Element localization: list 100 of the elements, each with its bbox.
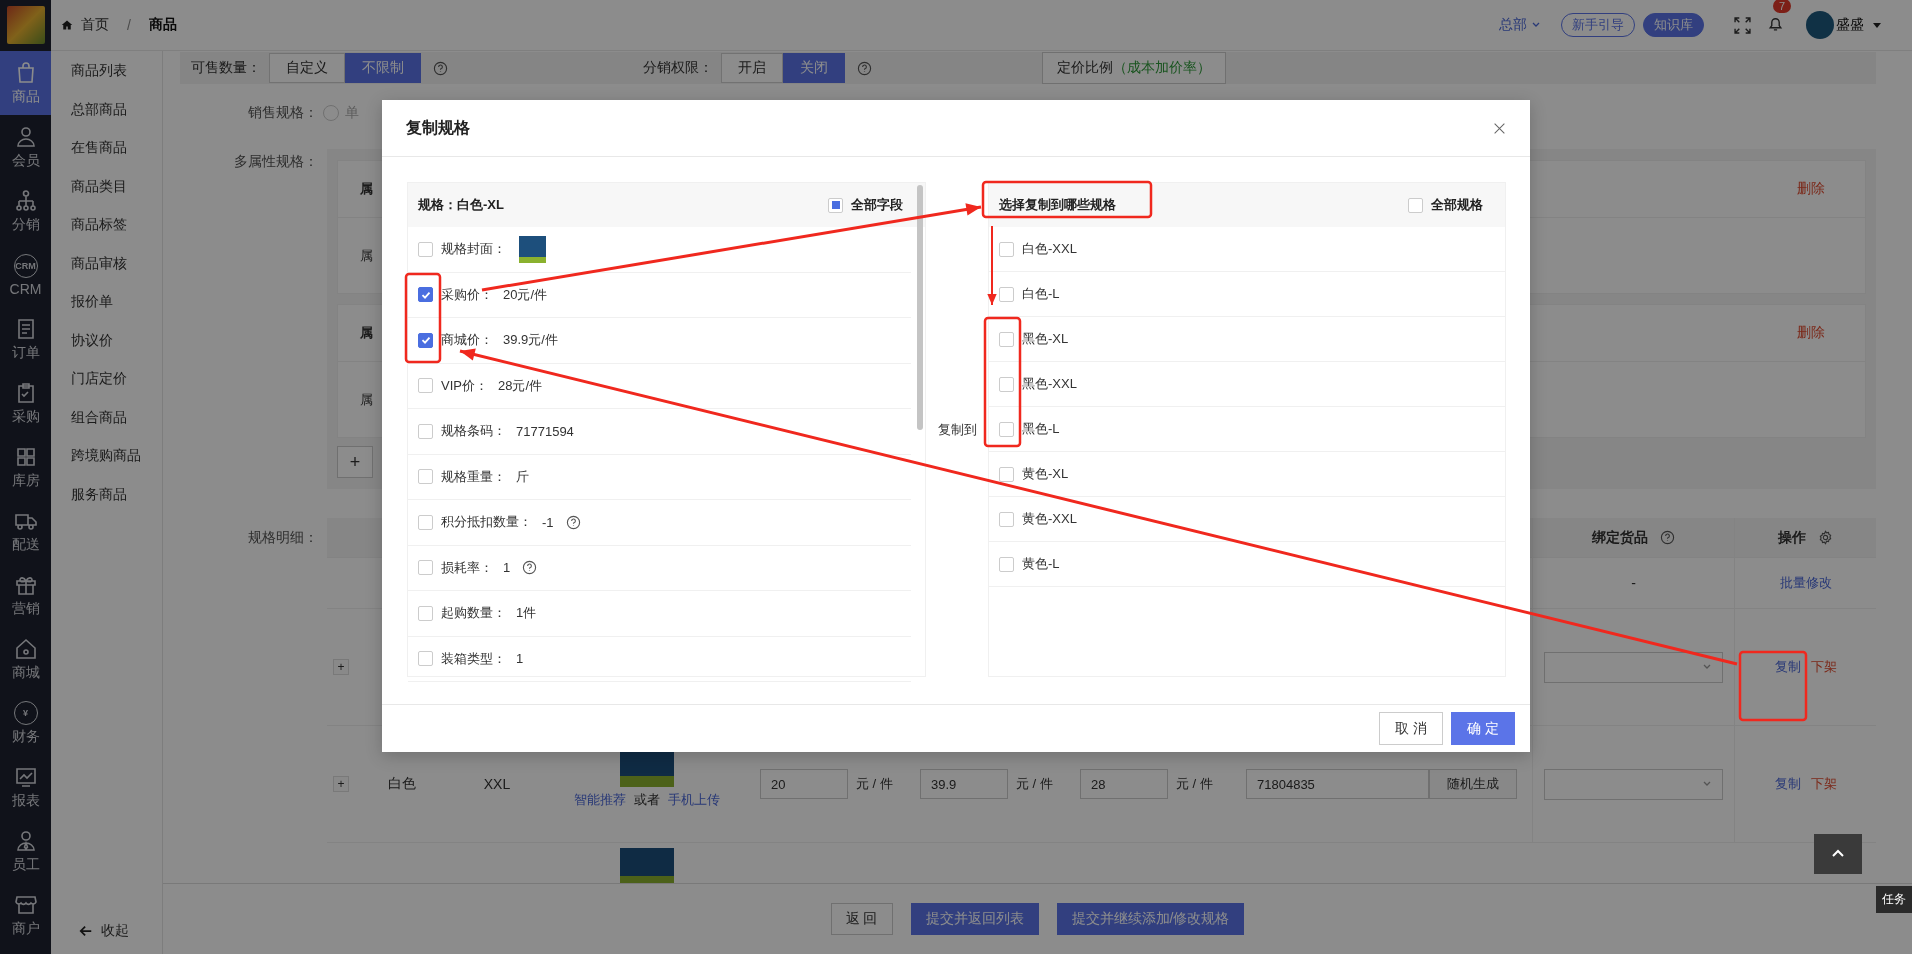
nav-item[interactable]: 商户 xyxy=(0,883,51,947)
breadcrumb-separator: / xyxy=(127,17,131,33)
checkbox[interactable] xyxy=(418,287,433,303)
expand-button[interactable]: + xyxy=(333,659,349,675)
table-cell: XXL xyxy=(483,776,511,792)
submenu-item[interactable]: 协议价 xyxy=(51,320,162,359)
add-button[interactable]: + xyxy=(337,446,373,478)
avatar[interactable] xyxy=(1806,11,1834,39)
expand-button[interactable]: + xyxy=(333,776,349,792)
checkbox[interactable] xyxy=(418,514,433,530)
breadcrumb-link[interactable]: 首页 xyxy=(81,16,109,34)
submenu-item[interactable]: 门店定价 xyxy=(51,359,162,398)
barcode-input[interactable]: 71804835 xyxy=(1246,769,1429,799)
batch-edit-link[interactable]: 批量修改 xyxy=(1779,574,1832,592)
fullscreen-icon[interactable] xyxy=(1734,16,1751,34)
nav-item[interactable]: 商品 xyxy=(0,51,51,115)
nav-item[interactable]: 订单 xyxy=(0,307,51,371)
field-label: 分销权限： xyxy=(643,59,713,77)
cancel-button[interactable]: 取 消 xyxy=(1379,712,1444,745)
delist-link[interactable]: 下架 xyxy=(1810,658,1837,676)
collapse-link[interactable]: 收起 xyxy=(51,922,162,954)
nav-item[interactable]: 库房 xyxy=(0,435,51,499)
knowledge-base-button[interactable]: 知识库 xyxy=(1643,13,1704,37)
submenu-item[interactable]: 服务商品 xyxy=(51,474,162,513)
guide-button[interactable]: 新手引导 xyxy=(1561,13,1635,37)
submenu-item[interactable]: 在售商品 xyxy=(51,128,162,167)
delete-link[interactable]: 删除 xyxy=(1797,180,1825,198)
or-text: 或者 xyxy=(634,791,660,809)
checkbox[interactable] xyxy=(1408,197,1423,213)
nav-item[interactable]: 商城 xyxy=(0,627,51,691)
pricing-ratio-button[interactable]: 定价比例（成本加价率） xyxy=(1042,52,1226,84)
nav-item[interactable]: 配送 xyxy=(0,499,51,563)
upload-link[interactable]: 智能推荐 xyxy=(574,791,626,809)
delete-link[interactable]: 删除 xyxy=(1797,324,1825,342)
spec-label: 黄色-XXL xyxy=(1022,510,1077,528)
submenu-item[interactable]: 组合商品 xyxy=(51,397,162,436)
checkbox[interactable] xyxy=(418,332,433,348)
generate-button[interactable]: 随机生成 xyxy=(1429,769,1517,799)
task-tab[interactable]: 任务 xyxy=(1876,886,1912,913)
segment-button[interactable]: 自定义 xyxy=(269,53,345,83)
checkbox[interactable] xyxy=(418,651,433,667)
checkbox[interactable] xyxy=(999,241,1014,257)
submit-button[interactable]: 提交并继续添加/修改规格 xyxy=(1056,903,1245,935)
copy-link[interactable]: 复制 xyxy=(1774,658,1801,676)
checkbox[interactable] xyxy=(999,376,1014,392)
checkbox[interactable] xyxy=(418,469,433,485)
segment-button[interactable]: 开启 xyxy=(721,53,783,83)
submenu-item[interactable]: 报价单 xyxy=(51,282,162,321)
nav-item[interactable]: 分销 xyxy=(0,179,51,243)
checkbox[interactable] xyxy=(418,378,433,394)
submenu-item[interactable]: 商品标签 xyxy=(51,205,162,244)
submenu-item[interactable]: 跨境购商品 xyxy=(51,436,162,475)
price-input[interactable]: 20 xyxy=(760,769,848,799)
upload-link[interactable]: 手机上传 xyxy=(668,791,720,809)
segment-button[interactable]: 不限制 xyxy=(345,53,421,83)
checkbox[interactable] xyxy=(999,421,1014,437)
checkbox[interactable] xyxy=(999,331,1014,347)
checkbox[interactable] xyxy=(999,556,1014,572)
user-name[interactable]: 盛盛 xyxy=(1836,16,1864,34)
checkbox[interactable] xyxy=(418,423,433,439)
goods-select[interactable] xyxy=(1544,768,1723,800)
back-to-top-button[interactable] xyxy=(1814,834,1862,874)
goods-select[interactable] xyxy=(1544,651,1723,683)
checkbox[interactable] xyxy=(418,605,433,621)
submit-button[interactable]: 返 回 xyxy=(830,903,893,935)
checkbox[interactable] xyxy=(999,511,1014,527)
bell-icon[interactable] xyxy=(1767,15,1784,32)
checkbox[interactable] xyxy=(418,241,433,257)
submenu-item[interactable]: 总部商品 xyxy=(51,89,162,128)
table-cell: - xyxy=(1631,575,1636,591)
submenu-item[interactable]: 商品列表 xyxy=(51,51,162,90)
delist-link[interactable]: 下架 xyxy=(1810,775,1837,793)
checkbox[interactable] xyxy=(999,466,1014,482)
nav-item[interactable]: 报表 xyxy=(0,755,51,819)
submenu-item[interactable]: 商品审核 xyxy=(51,243,162,282)
caret-icon[interactable] xyxy=(1872,20,1882,30)
panel-title: 规格：白色-XL xyxy=(418,196,504,214)
checkbox[interactable] xyxy=(418,560,433,576)
nav-item[interactable]: 营销 xyxy=(0,563,51,627)
checkbox[interactable] xyxy=(999,286,1014,302)
settings-icon[interactable] xyxy=(1818,530,1833,545)
nav-item[interactable]: 会员 xyxy=(0,115,51,179)
close-icon[interactable] xyxy=(1493,121,1506,135)
nav-item[interactable]: CRM CRM xyxy=(0,243,51,307)
segment-button[interactable]: 关闭 xyxy=(783,53,845,83)
copy-link[interactable]: 复制 xyxy=(1774,775,1801,793)
submenu-item[interactable]: 商品类目 xyxy=(51,166,162,205)
price-input[interactable]: 39.9 xyxy=(920,769,1008,799)
nav-item[interactable]: 员工 xyxy=(0,819,51,883)
radio-button[interactable] xyxy=(323,105,339,121)
org-dropdown[interactable]: 总部 xyxy=(1499,16,1541,34)
field-label: 规格封面： xyxy=(441,240,506,259)
nav-item[interactable]: 采购 xyxy=(0,371,51,435)
checkbox[interactable] xyxy=(828,197,843,213)
confirm-button[interactable]: 确 定 xyxy=(1451,712,1515,745)
price-input[interactable]: 28 xyxy=(1080,769,1168,799)
nav-item[interactable]: ¥ 财务 xyxy=(0,691,51,755)
attribute-label: 属 xyxy=(360,324,373,342)
scrollbar[interactable] xyxy=(917,185,923,430)
submit-button[interactable]: 提交并返回列表 xyxy=(910,903,1039,935)
